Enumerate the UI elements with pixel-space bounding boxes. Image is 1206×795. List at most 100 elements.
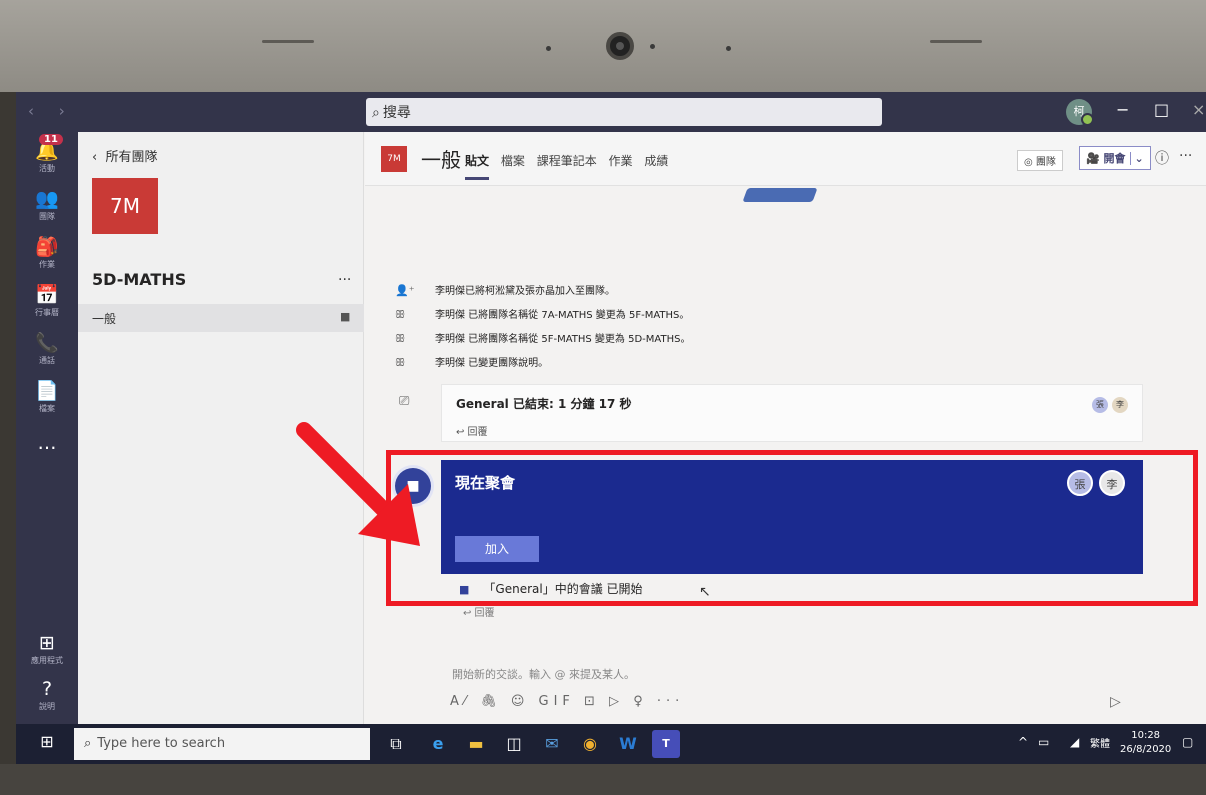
windows-start-icon[interactable]: ⊞ [24, 732, 70, 756]
channel-team-avatar: 7M [381, 146, 407, 172]
compose-box[interactable]: 開始新的交談。輸入 @ 來提及某人。 [452, 666, 635, 682]
rail-item-teams[interactable]: 👥 團隊 [16, 188, 78, 222]
team-icon: ꕥ [395, 308, 406, 321]
assignments-icon: 🎒 [35, 236, 59, 258]
system-message: ꕥ 李明傑 已變更團隊說明。 [395, 354, 548, 370]
nav-arrows[interactable]: ‹ › [28, 102, 75, 120]
laptop-bottom [0, 764, 1206, 795]
store-icon[interactable]: ◫ [500, 730, 528, 758]
rail-item-label: 作業 [39, 260, 55, 269]
file-explorer-icon[interactable]: ▬ [462, 730, 490, 758]
meet-now-label: 🎥 開會 [1086, 152, 1126, 165]
rail-item-help[interactable]: ? 說明 [16, 678, 78, 712]
rail-item-label: 檔案 [39, 404, 55, 413]
task-view-icon[interactable]: ⧉ [382, 730, 410, 758]
rail-item-label: 說明 [39, 702, 55, 711]
highlight-box [386, 450, 1198, 606]
system-message-text: 李明傑 已將團隊名稱從 7A-MATHS 變更為 5F-MATHS。 [435, 310, 690, 321]
search-placeholder: 搜尋 [382, 105, 411, 121]
rail-item-label: 應用程式 [31, 656, 63, 665]
chevron-left-icon: ‹ [92, 150, 98, 165]
chevron-down-icon[interactable]: ⌄ [1129, 152, 1144, 165]
team-button[interactable]: ◎ 團隊 [1017, 150, 1063, 171]
rail-item-more[interactable]: … [16, 432, 78, 454]
rail-item-files[interactable]: 📄 檔案 [16, 380, 78, 414]
team-name: 5D-MATHS [92, 270, 187, 289]
edge-icon[interactable]: e [424, 730, 452, 758]
send-icon[interactable]: ▷ [1110, 694, 1121, 710]
channel-title: 一般 [421, 148, 461, 172]
calendar-icon: 📅 [35, 284, 59, 306]
all-teams-label: 所有團隊 [105, 150, 158, 165]
bezel-dot [650, 44, 655, 49]
more-options-icon[interactable]: ··· [1179, 148, 1192, 164]
team-more-button[interactable]: ... [338, 268, 351, 284]
bezel-dot [726, 46, 731, 51]
decorative-illustration [742, 188, 818, 202]
help-icon: ? [41, 678, 53, 700]
clock-date: 26/8/2020 [1120, 744, 1172, 755]
notification-badge: 11 [39, 134, 63, 145]
windows-taskbar: ⊞ ⌕ Type here to search ⧉ e ▬ ◫ ✉ ◉ W T ^… [16, 724, 1206, 764]
teams-icon: 👥 [35, 188, 59, 210]
clock-time: 10:28 [1131, 730, 1161, 741]
chevron-up-icon[interactable]: ^ [1018, 735, 1028, 749]
files-icon: 📄 [35, 380, 59, 402]
video-camera-icon: ■ [340, 310, 351, 323]
info-icon[interactable]: ⓘ [1155, 148, 1169, 168]
minimize-button[interactable]: − [1116, 100, 1129, 119]
search-input[interactable]: ⌕ 搜尋 [366, 98, 882, 126]
team-avatar: 7M [92, 178, 158, 234]
bezel-mark [930, 40, 982, 43]
wifi-icon[interactable]: ◢ [1070, 735, 1079, 749]
rail-item-calendar[interactable]: 📅 行事曆 [16, 284, 78, 318]
chrome-icon[interactable]: ◉ [576, 730, 604, 758]
rail-item-assignments[interactable]: 🎒 作業 [16, 236, 78, 270]
bezel-mark [262, 40, 314, 43]
avatar[interactable]: 李 [1112, 397, 1128, 413]
compose-toolbar[interactable]: A⁄ 🖇 ☺ GIF ⊡ ▷ ♀ ··· [450, 694, 684, 709]
tab-class-notebook[interactable]: 課程筆記本 [537, 152, 597, 169]
language-indicator[interactable]: 繁體 [1090, 735, 1110, 750]
meet-now-button[interactable]: 🎥 開會 ⌄ [1079, 146, 1151, 170]
rail-item-label: 通話 [39, 356, 55, 365]
taskbar-search-placeholder: Type here to search [97, 736, 226, 751]
avatar[interactable]: 柯 [1066, 99, 1094, 126]
phone-icon: 📞 [35, 332, 59, 354]
teams-taskbar-icon[interactable]: T [652, 730, 680, 758]
rail-item-calls[interactable]: 📞 通話 [16, 332, 78, 366]
system-message: ꕥ 李明傑 已將團隊名稱從 5F-MATHS 變更為 5D-MATHS。 [395, 330, 690, 346]
channel-item-general[interactable]: 一般 ■ [78, 304, 364, 332]
app-rail: 🔔 11 活動 👥 團隊 🎒 作業 📅 行事曆 📞 通話 📄 檔案 … ⊞ 應用… [16, 132, 78, 724]
close-button[interactable]: × [1192, 100, 1205, 119]
tab-assignments[interactable]: 作業 [609, 152, 633, 169]
battery-icon[interactable]: ▭ [1038, 735, 1049, 749]
restore-button[interactable]: □ [1154, 100, 1169, 119]
reply-link[interactable]: ↩ 回覆 [456, 423, 488, 438]
rail-item-label: 團隊 [39, 212, 55, 221]
tab-grades[interactable]: 成績 [644, 152, 668, 169]
rail-item-apps[interactable]: ⊞ 應用程式 [16, 632, 78, 666]
channel-label: 一般 [92, 312, 117, 326]
taskbar-search-input[interactable]: ⌕ Type here to search [74, 728, 370, 760]
notifications-icon[interactable]: ▢ [1182, 735, 1193, 749]
tab-files[interactable]: 檔案 [501, 152, 525, 169]
tab-bar: 貼文 檔案 課程筆記本 作業 成績 [465, 152, 676, 180]
team-icon: ꕥ [395, 356, 406, 369]
avatar[interactable]: 張 [1092, 397, 1108, 413]
system-clock[interactable]: 10:28 26/8/2020 [1120, 729, 1171, 757]
red-arrow-icon [296, 422, 420, 546]
system-message-text: 李明傑 已將團隊名稱從 5F-MATHS 變更為 5D-MATHS。 [435, 334, 691, 345]
tab-posts[interactable]: 貼文 [465, 152, 490, 180]
channel-header: 7M 一般 貼文 檔案 課程筆記本 作業 成績 ◎ 團隊 🎥 開會 ⌄ ⓘ ··· [365, 132, 1206, 186]
search-icon: ⌕ [84, 736, 92, 751]
system-message-text: 李明傑已將柯淞黛及張亦晶加入至團隊。 [435, 286, 615, 297]
mail-icon[interactable]: ✉ [538, 730, 566, 758]
search-icon: ⌕ [372, 105, 380, 121]
system-message: 👤⁺ 李明傑已將柯淞黛及張亦晶加入至團隊。 [395, 282, 615, 297]
word-icon[interactable]: W [614, 730, 642, 758]
rail-item-activity[interactable]: 🔔 11 活動 [16, 134, 78, 174]
reply-link[interactable]: ↩ 回覆 [463, 604, 495, 619]
all-teams-link[interactable]: ‹ 所有團隊 [92, 146, 157, 165]
laptop-bezel [0, 0, 1206, 92]
